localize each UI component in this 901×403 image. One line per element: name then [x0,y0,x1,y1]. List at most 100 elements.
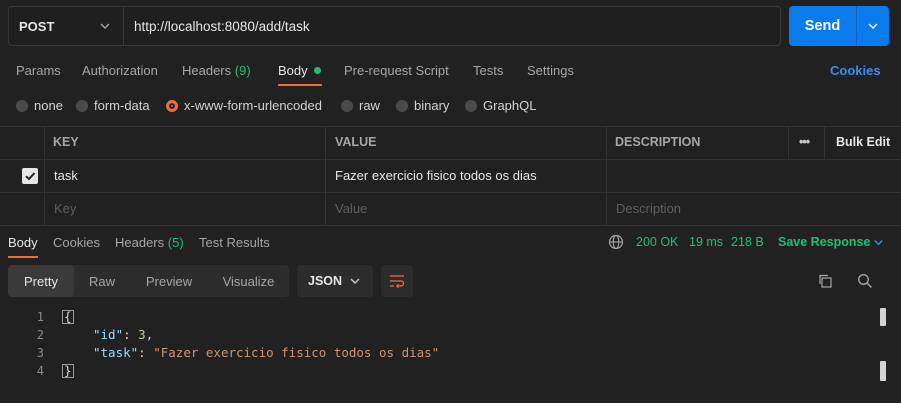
json-value-task: "Fazer exercicio fisico todos os dias" [153,345,440,360]
more-options-icon[interactable]: ••• [799,135,810,149]
radio-circle-icon [396,99,408,112]
status-code[interactable]: 200 OK [636,235,678,249]
response-tab-test-results[interactable]: Test Results [199,235,270,250]
tab-authorization[interactable]: Authorization [82,63,158,78]
scrollbar-thumb[interactable] [880,361,886,381]
radio-raw[interactable]: raw [341,98,380,113]
tab-prerequest-script[interactable]: Pre-request Script [344,63,449,78]
radio-none[interactable]: none [16,98,63,113]
radio-circle-icon [341,99,353,112]
chevron-down-icon [868,23,878,29]
tab-tests[interactable]: Tests [473,63,503,78]
radio-urlencoded[interactable]: x-www-form-urlencoded [166,98,322,113]
cookies-link[interactable]: Cookies [830,63,881,78]
view-mode-selector: Pretty Raw Preview Visualize [8,265,289,297]
params-table: KEY VALUE DESCRIPTION ••• Bulk Edit task… [0,126,901,226]
wrap-lines-button[interactable] [381,265,413,297]
view-mode-pretty[interactable]: Pretty [8,265,74,297]
row-key-cell[interactable]: task [54,168,78,183]
tab-body[interactable]: Body [278,63,321,78]
view-mode-visualize[interactable]: Visualize [208,265,289,297]
tab-params[interactable]: Params [16,63,61,78]
divider [0,192,901,193]
new-description-input[interactable]: Description [616,201,681,216]
view-mode-raw[interactable]: Raw [74,265,130,297]
column-header-description: DESCRIPTION [615,135,701,149]
response-size[interactable]: 218 B [731,235,764,249]
radio-form-data-label: form-data [94,98,150,113]
divider [788,126,789,159]
tab-headers-count: (9) [234,63,251,78]
modified-dot-icon [313,67,321,75]
format-select[interactable]: JSON [297,265,373,297]
chevron-down-icon[interactable] [873,237,884,248]
tab-headers-label: Headers [182,63,232,78]
active-tab-indicator [278,84,322,86]
search-icon[interactable] [857,273,873,289]
column-header-key: KEY [53,135,79,149]
radio-form-data[interactable]: form-data [76,98,150,113]
line-number: 2 [36,328,44,342]
view-mode-preview[interactable]: Preview [130,265,208,297]
json-value-id: 3 [138,327,146,342]
active-tab-indicator [8,256,38,258]
divider [824,126,825,159]
new-value-input[interactable]: Value [335,201,367,216]
radio-circle-icon [76,99,88,112]
json-key-id: "id" [93,327,124,342]
tab-body-label: Body [278,63,308,78]
radio-selected-icon [166,99,178,112]
url-input[interactable]: http://localhost:8080/add/task [124,7,780,45]
divider [44,126,45,225]
radio-graphql-label: GraphQL [483,98,537,113]
line-number: 3 [36,346,44,360]
request-tabs: Params Authorization Headers (9) Body Pr… [0,56,901,86]
method-select[interactable]: POST [9,7,124,45]
send-options-button[interactable] [857,6,889,46]
response-tabs: Body Cookies Headers (5) Test Results 20… [0,228,901,258]
line-number: 4 [36,364,44,378]
column-header-value: VALUE [335,135,377,149]
send-button-label[interactable]: Send [789,6,857,46]
radio-graphql[interactable]: GraphQL [465,98,536,113]
divider [606,126,607,225]
send-button[interactable]: Send [789,6,889,46]
divider [0,126,901,127]
radio-none-label: none [34,98,63,113]
response-body-editor[interactable]: 1 2 3 4 { "id": 3, "task": "Fazer exerci… [0,308,901,403]
tab-settings[interactable]: Settings [527,63,574,78]
globe-icon[interactable] [608,234,624,250]
response-tab-body[interactable]: Body [8,235,38,250]
radio-circle-icon [465,99,477,112]
copy-icon[interactable] [817,273,833,289]
row-checkbox[interactable] [22,168,38,184]
radio-binary[interactable]: binary [396,98,449,113]
wrap-lines-icon [390,275,405,288]
response-tab-headers[interactable]: Headers (5) [115,235,184,250]
save-response-button[interactable]: Save Response [778,235,870,249]
divider [0,159,901,160]
divider [0,225,901,226]
response-time[interactable]: 19 ms [689,235,723,249]
line-number: 1 [36,310,44,324]
row-value-cell[interactable]: Fazer exercicio fisico todos os dias [335,168,537,183]
radio-circle-icon [16,99,28,112]
scrollbar-thumb[interactable] [880,308,886,326]
format-label: JSON [308,274,343,288]
method-label: POST [19,18,55,34]
chevron-down-icon [350,278,360,284]
bulk-edit-button[interactable]: Bulk Edit [836,135,890,149]
radio-raw-label: raw [359,98,380,113]
json-close-brace: } [62,363,74,378]
request-bar: POST http://localhost:8080/add/task [8,6,781,46]
new-key-input[interactable]: Key [54,201,76,216]
json-open-brace: { [62,309,74,324]
json-key-task: "task" [93,345,139,360]
chevron-down-icon [100,23,110,29]
divider [325,126,326,225]
response-headers-count: (5) [167,235,184,250]
checkmark-icon [25,172,36,181]
tab-headers[interactable]: Headers (9) [182,63,251,78]
response-tab-cookies[interactable]: Cookies [53,235,100,250]
response-tab-headers-label: Headers [115,235,165,250]
